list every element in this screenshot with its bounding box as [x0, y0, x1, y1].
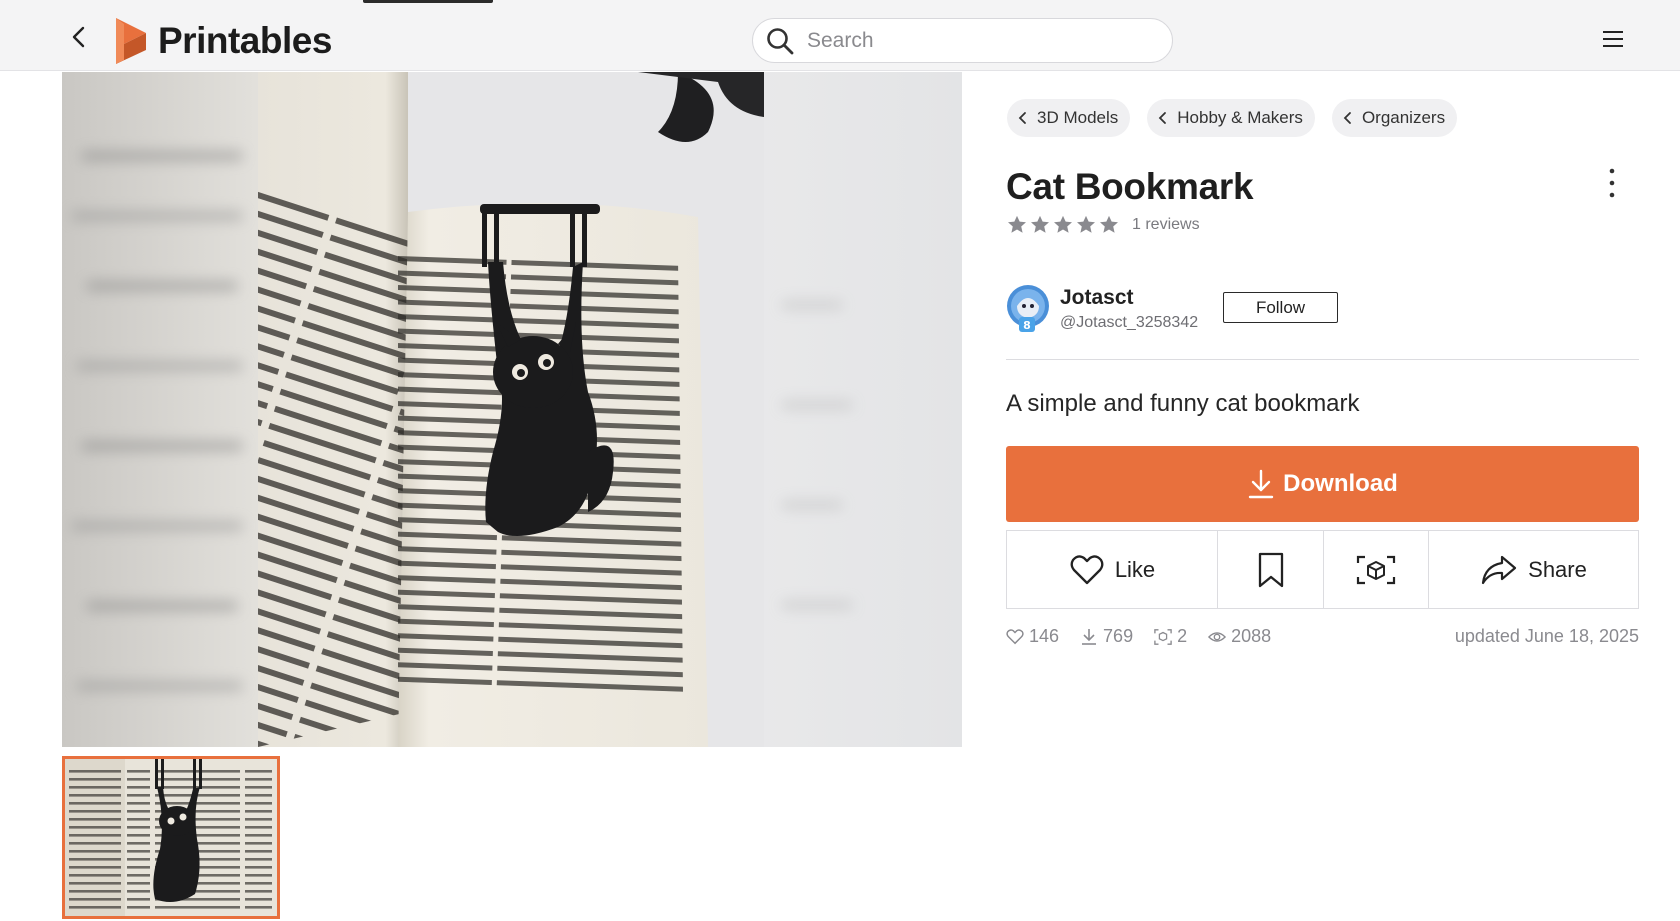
search-box[interactable] — [752, 18, 1173, 63]
kebab-menu-icon — [1609, 168, 1615, 198]
download-icon — [1082, 628, 1097, 645]
breadcrumb-3d-models[interactable]: 3D Models — [1007, 99, 1131, 137]
back-button[interactable] — [66, 24, 92, 50]
breadcrumb-label: Hobby & Makers — [1177, 108, 1303, 127]
like-label: Like — [1114, 556, 1156, 582]
thumbnail-image — [65, 759, 277, 916]
views-count: 2088 — [1231, 626, 1272, 646]
breadcrumb-organizers[interactable]: Organizers — [1331, 99, 1458, 137]
bookmark-icon — [1258, 552, 1283, 587]
breadcrumb-label: 3D Models — [1037, 108, 1119, 127]
views-stat: 2088 — [1208, 626, 1271, 647]
downloads-count: 769 — [1103, 626, 1134, 646]
printables-logo[interactable]: Printables — [112, 16, 332, 66]
chevron-left-icon — [1343, 112, 1351, 124]
gallery-thumbnail-selected[interactable] — [62, 756, 280, 919]
active-tab-indicator — [363, 0, 493, 3]
breadcrumb-label: Organizers — [1361, 108, 1446, 127]
hamburger-menu-button[interactable] — [1600, 28, 1626, 50]
likes-stat: 146 — [1006, 626, 1059, 647]
star-icon — [1077, 215, 1095, 233]
likes-count: 146 — [1029, 626, 1060, 646]
chevron-left-icon — [1018, 112, 1026, 124]
chevron-left-icon — [72, 26, 85, 48]
makes-count: 2 — [1177, 626, 1188, 646]
like-button[interactable]: Like — [1007, 531, 1218, 608]
3d-view-button[interactable] — [1324, 531, 1429, 608]
chevron-left-icon — [1158, 112, 1167, 124]
download-icon — [1248, 469, 1274, 499]
top-bar: Printables — [0, 0, 1680, 71]
share-icon — [1482, 555, 1517, 584]
logo-text: Printables — [158, 20, 332, 61]
eye-icon — [1208, 631, 1227, 642]
ar-view-icon — [1356, 555, 1396, 584]
download-label: Download — [1283, 470, 1398, 497]
bookmark-button[interactable] — [1218, 531, 1324, 608]
breadcrumb-hobby-makers[interactable]: Hobby & Makers — [1147, 99, 1315, 137]
rating[interactable]: 1 reviews — [1006, 214, 1200, 236]
model-summary: A simple and funny cat bookmark — [1006, 390, 1360, 417]
model-title: Cat Bookmark — [1006, 166, 1254, 207]
model-stats: 146 769 2 2088 updated June 18, 2025 — [1006, 626, 1639, 647]
hamburger-menu-icon — [1603, 31, 1623, 47]
search-icon — [767, 27, 794, 54]
follow-button[interactable]: Follow — [1223, 292, 1338, 323]
star-icon — [1031, 215, 1049, 233]
downloads-stat: 769 — [1080, 626, 1133, 647]
cat-bookmark-photo — [258, 72, 764, 747]
download-button[interactable]: Download — [1006, 446, 1639, 522]
star-icon — [1100, 215, 1118, 233]
more-options-button[interactable] — [1600, 166, 1624, 200]
updated-date: updated June 18, 2025 — [1454, 626, 1639, 646]
author-block[interactable]: 8 Jotasct @Jotasct_3258342 — [1006, 284, 1198, 334]
share-button[interactable]: Share — [1429, 531, 1638, 608]
printables-logo-icon — [116, 18, 146, 64]
avatar-image: 8 — [1007, 285, 1049, 332]
heart-icon — [1006, 628, 1024, 644]
star-rating — [1006, 214, 1120, 236]
search-input[interactable] — [807, 28, 1137, 53]
author-name[interactable]: Jotasct — [1060, 286, 1198, 310]
svg-text:8: 8 — [1023, 319, 1031, 332]
share-label: Share — [1528, 556, 1587, 582]
ar-view-icon — [1154, 628, 1172, 645]
makes-stat: 2 — [1154, 626, 1187, 647]
star-icon — [1008, 215, 1026, 233]
avatar[interactable]: 8 — [1006, 284, 1050, 334]
star-icon — [1054, 215, 1072, 233]
main-image-viewer[interactable] — [62, 72, 962, 747]
divider — [1006, 359, 1639, 360]
action-bar: Like Share — [1006, 530, 1639, 609]
breadcrumb: 3D Models Hobby & Makers Organizers — [1007, 99, 1458, 137]
author-handle: @Jotasct_3258342 — [1060, 314, 1199, 331]
reviews-count[interactable]: 1 reviews — [1132, 216, 1200, 234]
heart-icon — [1070, 554, 1104, 584]
